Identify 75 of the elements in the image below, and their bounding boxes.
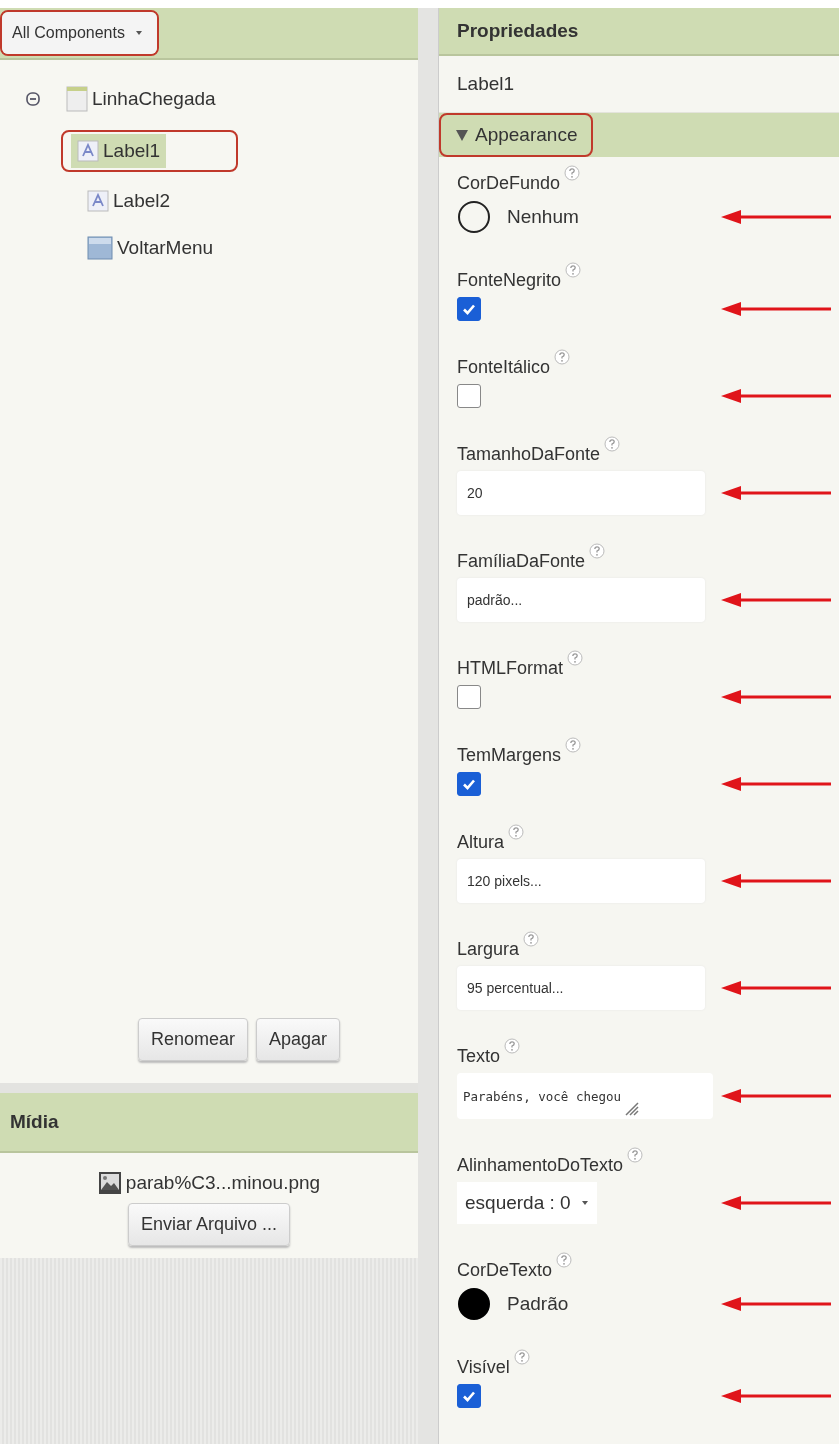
action-button[interactable]: Renomear [137,1018,248,1061]
arrow-icon [721,1389,831,1403]
section-toggle[interactable]: Appearance [441,114,592,155]
arrangement-icon [66,86,88,112]
caret-icon [134,30,143,36]
property-label: TemMargens [457,745,562,766]
checkbox[interactable] [457,1384,481,1408]
property-label: FonteNegrito [457,270,562,291]
property-label: TamanhoDaFonte [457,444,601,465]
help-icon[interactable] [508,824,525,840]
tree-item[interactable]: Label2 [81,184,177,218]
text-field[interactable]: padrão... [457,578,705,622]
image-file-icon [97,1171,122,1195]
label-component-icon [77,140,99,162]
help-icon[interactable] [554,349,571,365]
arrow-icon [721,1196,831,1210]
arrow-icon [721,210,831,224]
property-label: Visível [457,1357,510,1378]
property-label: AlinhamentoDoTexto [457,1155,624,1176]
arrow-icon [721,302,831,316]
arrow-icon [721,486,831,500]
property-label: Largura [457,939,520,960]
color-picker[interactable]: Padrão [457,1287,569,1321]
help-icon[interactable] [513,1349,530,1365]
help-icon[interactable] [627,1147,644,1163]
arrow-icon [721,690,831,704]
tree-item[interactable]: VoltarMenu [81,230,220,266]
arrow-icon [721,777,831,791]
caret-icon [580,1200,589,1206]
dropdown[interactable]: esquerda : 0 [457,1182,597,1224]
action-button[interactable]: Apagar [256,1018,341,1061]
arrow-icon [721,981,831,995]
color-swatch [457,200,491,234]
label-component-icon [87,190,109,212]
checkbox[interactable] [457,384,481,408]
resize-handle-icon[interactable] [623,1100,640,1116]
help-icon[interactable] [567,650,583,666]
panel-title: Mídia [10,1111,59,1133]
upload-button[interactable]: Enviar Arquivo ... [127,1203,291,1246]
help-icon[interactable] [556,1252,573,1268]
component-name: Label1 [457,72,515,95]
checkbox[interactable] [457,772,481,796]
text-area[interactable]: Parabéns, você chegou [457,1073,713,1119]
collapse-icon[interactable] [26,92,40,106]
help-icon[interactable] [589,543,606,559]
help-icon[interactable] [604,436,621,452]
arrow-icon [721,1297,831,1311]
text-field[interactable]: 95 percentual... [457,966,705,1010]
property-label: CorDeTexto [457,1260,553,1281]
property-label: FonteItálico [457,357,551,378]
arrow-icon [721,389,831,403]
file-name[interactable]: parab%C3...minou.png [125,1172,321,1194]
arrow-icon [721,1089,831,1103]
filter-dropdown[interactable]: All Components [2,12,157,54]
help-icon[interactable] [564,165,581,181]
checkbox[interactable] [457,297,481,321]
property-label: Altura [457,832,505,853]
help-icon[interactable] [565,737,582,753]
help-icon[interactable] [565,262,582,278]
help-icon[interactable] [523,931,540,947]
tree-item[interactable]: LinhaChegada [60,80,222,118]
checkbox[interactable] [457,685,481,709]
property-label: CorDeFundo [457,173,561,194]
text-field[interactable]: 20 [457,471,705,515]
property-label: FamíliaDaFonte [457,551,586,572]
text-field[interactable]: 120 pixels... [457,859,705,903]
arrow-icon [721,593,831,607]
panel-title: Propriedades [457,20,579,43]
color-picker[interactable]: Nenhum [457,200,579,234]
tree-item[interactable]: Label1 [71,134,167,168]
property-label: Texto [457,1046,501,1067]
button-component-icon [87,236,113,260]
property-label: HTMLFormat [457,658,563,679]
arrow-icon [721,874,831,888]
help-icon[interactable] [504,1038,521,1054]
